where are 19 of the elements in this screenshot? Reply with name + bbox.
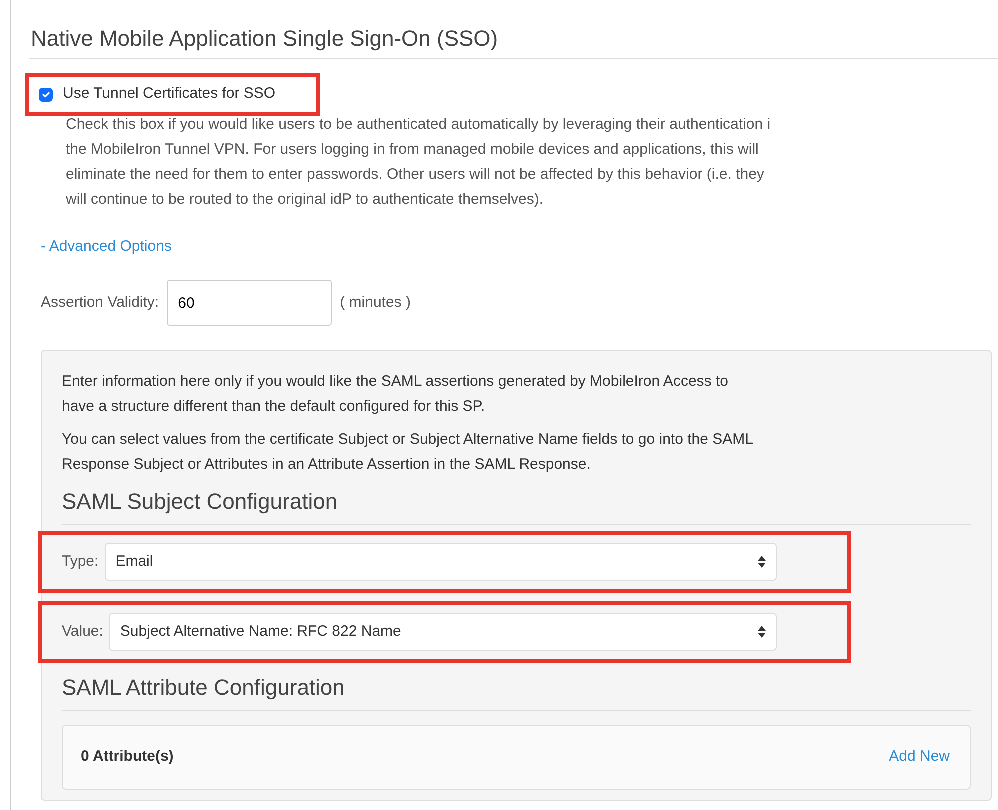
unit-label: ( minutes ) <box>340 293 411 314</box>
field-label: Type: <box>62 552 99 572</box>
updown-caret-icon <box>758 556 766 568</box>
input-field[interactable]: 60 <box>167 280 332 326</box>
field-label: Assertion Validity: <box>41 293 160 314</box>
section-heading: SAML Attribute Configuration <box>62 671 971 712</box>
updown-caret-icon <box>758 626 766 638</box>
help-text: Check this box if you would like users to be authenticated automatically by leveraging their authentication i the MobileIron Tunnel VPN. For users logging in from managed mobile devices and applications, this will eliminate the need for them to enter passwords. Other users will not be affected by this behavior (i.e. they will continue to be routed to the original idP to authenticate themselves). <box>66 114 772 210</box>
advanced-options-link[interactable]: - Advanced Options <box>41 236 172 258</box>
info-text: You can select values from the certificate Subject or Subject Alternative Name fields to go into the SAML Response Subject or Attributes in an Attribute Assertion in the SAML Response. <box>62 430 754 476</box>
attribute-count: 0 Attribute(s) <box>81 747 174 768</box>
checkbox[interactable] <box>39 88 53 102</box>
select-field[interactable]: Email <box>104 543 777 582</box>
field-label: Value: <box>62 622 104 642</box>
select-field[interactable]: Subject Alternative Name: RFC 822 Name <box>109 613 777 652</box>
section-title: Native Mobile Application Single Sign-On (SSO) <box>29 18 998 60</box>
checkbox-label[interactable]: Use Tunnel Certificates for SSO <box>63 83 276 106</box>
section-heading: SAML Subject Configuration <box>62 485 971 526</box>
intro-text: Enter information here only if you would like the SAML assertions generated by MobileIron Access to have a structure different than the default configured for this SP. <box>62 372 730 418</box>
